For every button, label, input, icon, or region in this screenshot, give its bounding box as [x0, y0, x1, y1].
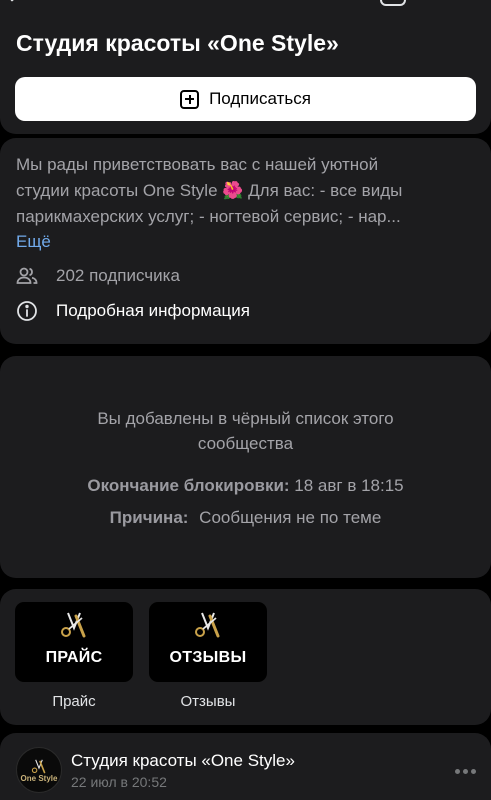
subscribe-label: Подписаться — [209, 89, 311, 108]
scissors-logo-icon — [61, 612, 86, 638]
block-reason-label: Причина: — [109, 508, 189, 527]
block-end-label: Окончание блокировки: — [87, 476, 290, 495]
share-icon[interactable] — [380, 0, 406, 6]
block-end-value: 18 авг в 18:15 — [294, 476, 404, 495]
info-icon — [17, 301, 37, 321]
community-header: Студия красоты «One Style» Подписаться — [0, 0, 491, 134]
community-description: Мы рады приветствовать вас с нашей уютно… — [16, 152, 476, 230]
details-row[interactable]: Подробная информация — [16, 300, 250, 322]
community-title: Студия красоты «One Style» — [16, 30, 339, 56]
links-section: ПРАЙС ОТЗЫВЫ Прайс Отзывы — [0, 589, 491, 725]
post-card: One Style Студия красоты «One Style» 22 … — [0, 733, 491, 800]
post-author[interactable]: Студия красоты «One Style» — [71, 751, 295, 771]
reviews-tile-text: ОТЗЫВЫ — [169, 649, 247, 666]
plus-icon — [180, 89, 200, 109]
block-end-row: Окончание блокировки: 18 авг в 18:15 — [0, 476, 491, 496]
dot — [471, 769, 476, 774]
people-icon — [16, 267, 38, 284]
subscribe-button[interactable]: Подписаться — [15, 77, 476, 121]
price-tile-text: ПРАЙС — [45, 649, 103, 666]
block-reason-value: Сообщения не по теме — [199, 508, 382, 527]
blacklist-notice: Вы добавлены в чёрный список этого сообщ… — [0, 356, 491, 578]
show-more-link[interactable]: Ещё — [16, 232, 51, 252]
details-label: Подробная информация — [56, 301, 250, 320]
dot — [455, 769, 460, 774]
price-link-tile[interactable]: ПРАЙС — [15, 602, 133, 682]
dot — [463, 769, 468, 774]
post-date[interactable]: 22 июл в 20:52 — [71, 774, 167, 790]
price-caption[interactable]: Прайс — [15, 693, 133, 710]
about-section: Мы рады приветствовать вас с нашей уютно… — [0, 138, 491, 344]
avatar-logo-text: One Style — [20, 773, 58, 783]
more-options-icon[interactable] — [455, 769, 476, 774]
followers-count: 202 подписчика — [56, 266, 180, 285]
reviews-caption[interactable]: Отзывы — [149, 693, 267, 710]
blacklist-message: Вы добавлены в чёрный список этого сообщ… — [0, 406, 491, 456]
followers-row[interactable]: 202 подписчика — [16, 265, 180, 287]
description-line: Мы рады приветствовать вас с нашей уютно… — [16, 155, 379, 174]
reviews-link-tile[interactable]: ОТЗЫВЫ — [149, 602, 267, 682]
description-line: студии красоты One Style 🌺 Для вас: - вс… — [16, 181, 403, 200]
blacklist-message-text: Вы добавлены в чёрный список этого сообщ… — [97, 409, 394, 453]
back-arrow-icon[interactable] — [6, 0, 30, 8]
avatar[interactable]: One Style — [16, 747, 62, 793]
block-reason-row: Причина: Сообщения не по теме — [0, 508, 491, 528]
description-line: парикмахерских услуг; - ногтевой сервис;… — [16, 207, 401, 226]
scissors-logo-icon — [195, 612, 220, 638]
